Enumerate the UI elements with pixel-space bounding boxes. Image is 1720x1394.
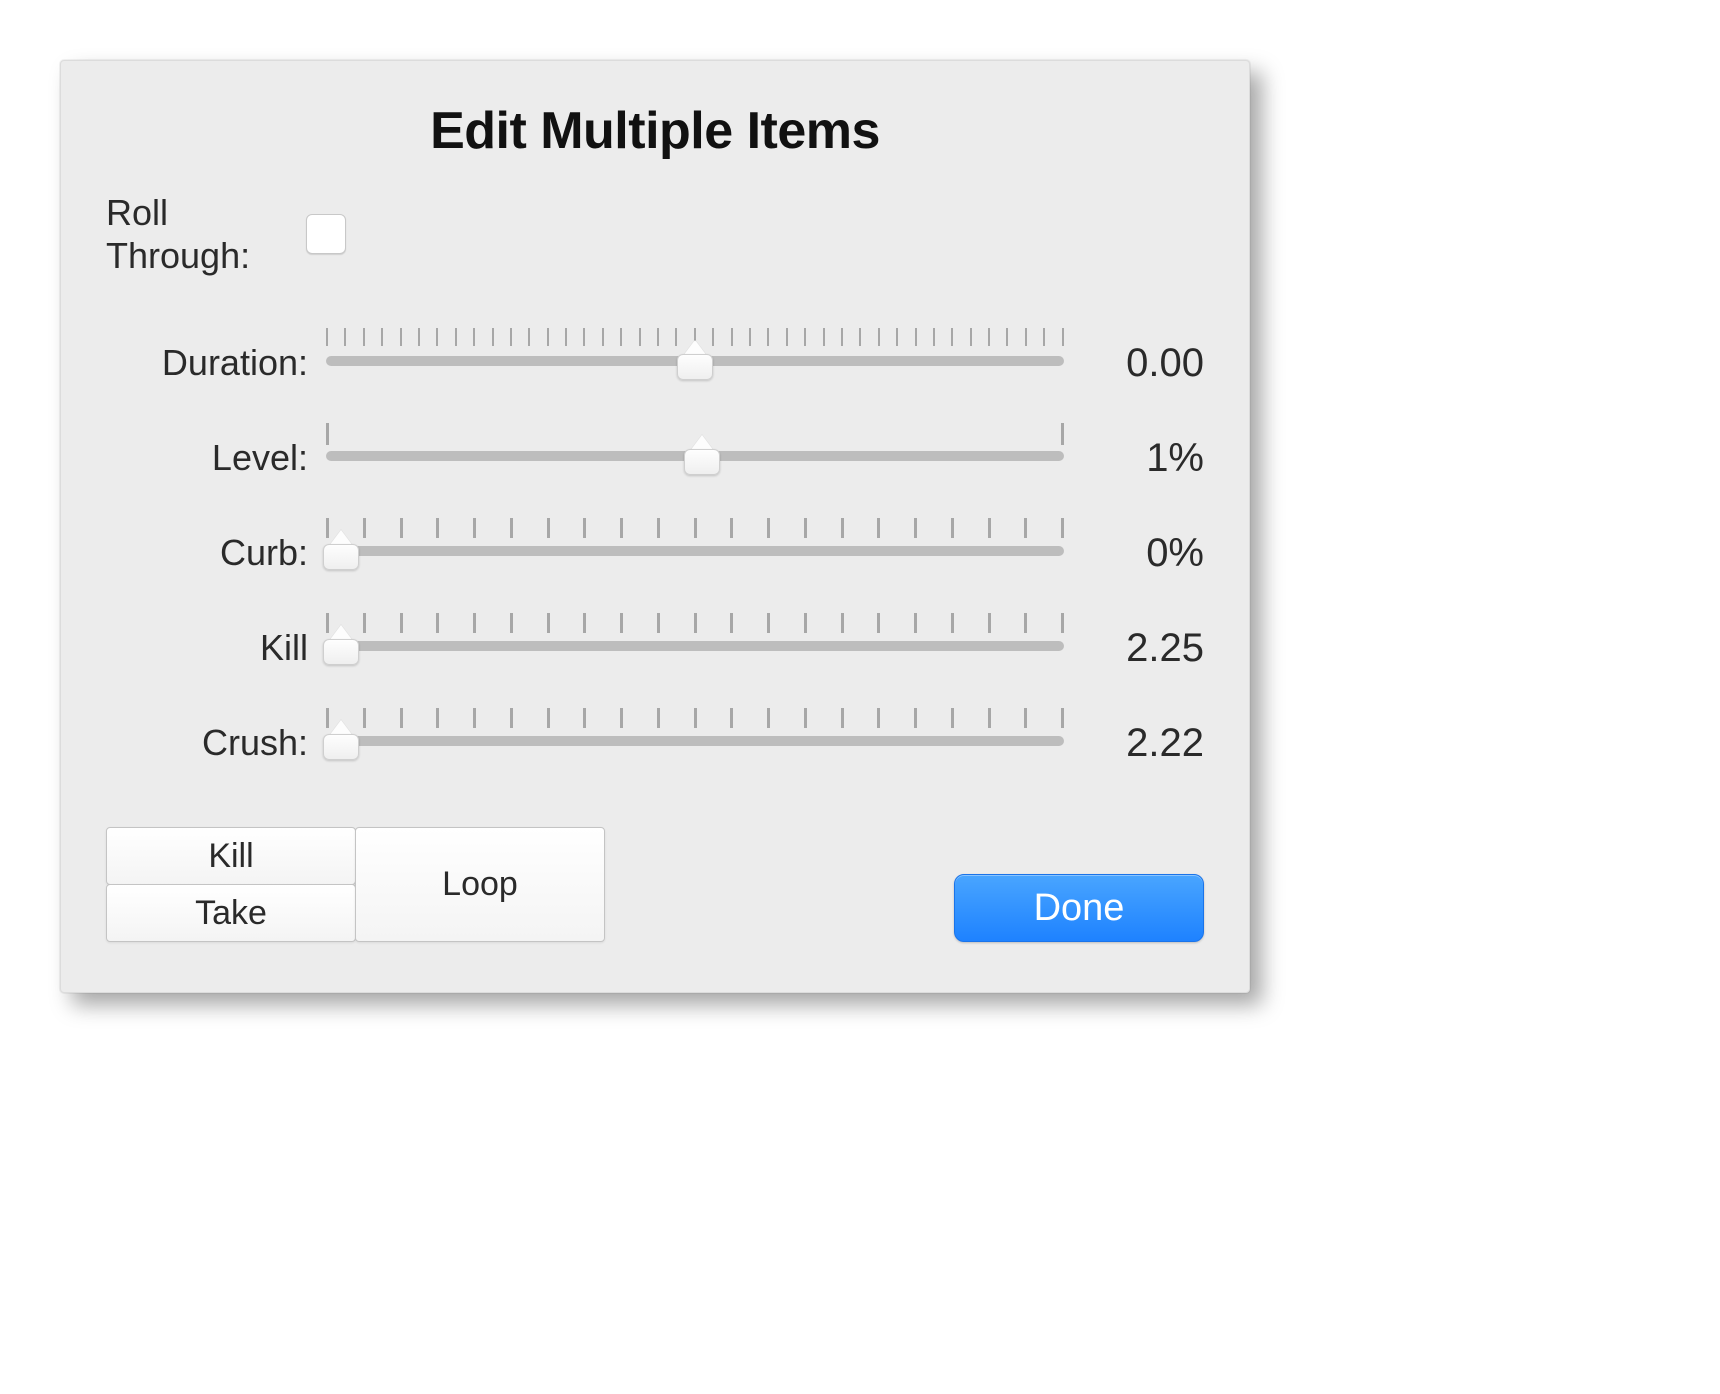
kill-value: 2.25 xyxy=(1064,626,1204,677)
duration-label: Duration: xyxy=(106,342,326,392)
loop-button[interactable]: Loop xyxy=(355,827,605,942)
dialog-title: Edit Multiple Items xyxy=(106,101,1204,161)
crush-row: Crush: 2.22 xyxy=(106,677,1204,772)
curb-label: Curb: xyxy=(106,532,326,582)
roll-through-label-line2: Through: xyxy=(106,235,250,276)
take-button[interactable]: Take xyxy=(106,884,356,942)
done-button[interactable]: Done xyxy=(954,874,1204,942)
crush-slider[interactable] xyxy=(326,702,1064,772)
roll-through-label-line1: Roll xyxy=(106,192,168,233)
curb-slider-thumb[interactable] xyxy=(321,532,361,572)
level-slider[interactable] xyxy=(326,417,1064,487)
roll-through-checkbox[interactable] xyxy=(306,214,346,254)
button-row: Kill Take Loop Done xyxy=(106,827,1204,942)
curb-slider[interactable] xyxy=(326,512,1064,582)
duration-row: Duration: 0.00 xyxy=(106,297,1204,392)
level-value: 1% xyxy=(1064,436,1204,487)
duration-slider[interactable] xyxy=(326,322,1064,392)
edit-multiple-items-panel: Edit Multiple Items Roll Through: Durati… xyxy=(60,60,1250,993)
curb-row: Curb: 0% xyxy=(106,487,1204,582)
level-row: Level: 1% xyxy=(106,392,1204,487)
roll-through-label: Roll Through: xyxy=(106,191,306,277)
kill-slider-thumb[interactable] xyxy=(321,627,361,667)
duration-value: 0.00 xyxy=(1064,341,1204,392)
duration-slider-thumb[interactable] xyxy=(675,342,715,382)
level-slider-thumb[interactable] xyxy=(682,437,722,477)
level-label: Level: xyxy=(106,437,326,487)
kill-row: Kill 2.25 xyxy=(106,582,1204,677)
curb-value: 0% xyxy=(1064,531,1204,582)
kill-slider[interactable] xyxy=(326,607,1064,677)
crush-value: 2.22 xyxy=(1064,721,1204,772)
kill-label: Kill xyxy=(106,627,326,677)
roll-through-row: Roll Through: xyxy=(106,191,1204,277)
crush-slider-thumb[interactable] xyxy=(321,722,361,762)
crush-label: Crush: xyxy=(106,722,326,772)
kill-button[interactable]: Kill xyxy=(106,827,356,885)
